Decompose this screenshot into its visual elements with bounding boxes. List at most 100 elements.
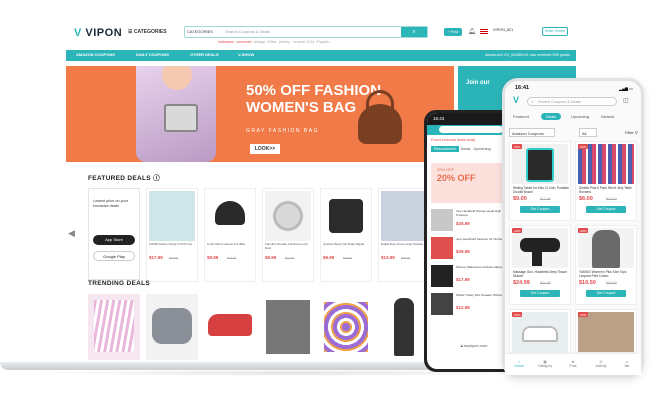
trending-item[interactable] bbox=[146, 294, 198, 360]
item-image bbox=[431, 209, 453, 231]
deal-name: Massage Gun, Handheld Deep Tissue Muscle bbox=[513, 270, 567, 278]
deal-image bbox=[512, 144, 568, 184]
deal-name: Upsizsu Body Fat Scale Digital bbox=[323, 242, 365, 246]
tab-upcoming[interactable]: Upcoming bbox=[474, 147, 491, 151]
app-card-text: Lowest price on your exclusive deals bbox=[93, 199, 129, 208]
tab-deals[interactable]: Deals bbox=[541, 113, 562, 120]
trending-item[interactable] bbox=[204, 294, 256, 360]
deal-price: $17.99 bbox=[149, 255, 163, 260]
categories-menu[interactable]: ☰ CATEGORIES bbox=[128, 29, 167, 35]
seller-center-button[interactable]: Seller Center bbox=[542, 27, 568, 36]
camera-icon[interactable]: ◫ bbox=[623, 97, 629, 104]
deal-price: $13.99 bbox=[381, 255, 395, 260]
hot-item[interactable]: halloween bbox=[218, 40, 234, 44]
tab-upcoming[interactable]: Upcoming bbox=[571, 114, 589, 119]
search-bar[interactable]: CATEGORIES Search Coupons & Deals ⌕ bbox=[184, 26, 428, 38]
user-menu[interactable]: VIPON_821 bbox=[493, 28, 513, 32]
item-price: $12.99 bbox=[456, 305, 470, 310]
item-price: $17.99 bbox=[456, 277, 470, 282]
deal-old-price: $34.99 bbox=[169, 256, 179, 260]
hot-item[interactable]: vintage bbox=[254, 40, 266, 44]
hero-banner[interactable]: 50% OFF FASHION WOMEN'S BAG GRAY FASHION … bbox=[66, 66, 454, 162]
nav-amazon-coupons[interactable]: AMAZON COUPONS bbox=[76, 52, 115, 57]
nav-daily-coupons[interactable]: DAILY COUPONS bbox=[136, 52, 169, 57]
trending-item[interactable] bbox=[320, 294, 372, 360]
search-button[interactable]: ⌕ bbox=[401, 27, 427, 37]
app-store-button[interactable]: App Store bbox=[93, 235, 135, 245]
nav-home[interactable]: ⌂ Home bbox=[509, 360, 529, 368]
deal-name: YAKINO Women's Plus Size Tops Leopard Pr… bbox=[579, 270, 627, 278]
tab-featured[interactable]: Featured bbox=[513, 114, 529, 119]
vipon-logo[interactable]: V bbox=[513, 95, 519, 105]
trending-item[interactable] bbox=[88, 294, 140, 360]
main-nav: AMAZON COUPONS DAILY COUPONS OTHER DEALS… bbox=[66, 50, 576, 61]
tab-newest[interactable]: Newest bbox=[601, 114, 614, 119]
deal-name: Fanelira Flexible 4 Aluminum Air Duct bbox=[265, 242, 308, 250]
deal-old-price: $19.99 bbox=[285, 256, 295, 260]
discount-badge: -50% bbox=[578, 144, 589, 149]
deal-old-price: $19.99 bbox=[227, 256, 237, 260]
bottom-nav: ⌂ Home ▦ Category ⊕ Post ✉ Activity ☺ Me bbox=[505, 353, 641, 375]
nav-category[interactable]: ▦ Category bbox=[535, 360, 555, 368]
info-icon[interactable]: ⓘ bbox=[153, 175, 160, 182]
nav-other-deals[interactable]: OTHER DEALS bbox=[190, 52, 219, 57]
deal-card[interactable]: -40% Massage Gun, Handheld Deep Tissue M… bbox=[509, 225, 571, 305]
deal-card[interactable]: -50% Writing Tablet for Kids 12 Inch, Po… bbox=[509, 141, 571, 221]
search-input[interactable]: ⌕ Search Coupons & Deals bbox=[527, 97, 617, 106]
trending-item[interactable] bbox=[262, 294, 314, 360]
bell-icon[interactable]: 🔔︎ bbox=[468, 28, 476, 35]
filter-select[interactable]: All bbox=[579, 128, 597, 137]
deal-price: $24.99 bbox=[513, 280, 530, 286]
tab-recommend[interactable]: Recommend bbox=[431, 146, 459, 152]
get-coupon-button[interactable]: Get Coupon bbox=[586, 206, 626, 213]
deal-name: Digital Day Clock Large Display bbox=[381, 242, 424, 246]
nav-post[interactable]: ⊕ Post bbox=[563, 360, 583, 368]
hero-look-button[interactable]: LOOK>> bbox=[250, 144, 280, 154]
deal-card[interactable]: -50% bbox=[509, 309, 571, 353]
post-button[interactable]: + Post bbox=[444, 28, 462, 36]
deal-image bbox=[381, 191, 427, 241]
filter-icon: ⚲ bbox=[635, 130, 638, 135]
trending-item[interactable] bbox=[378, 294, 430, 360]
nav-me[interactable]: ☺ Me bbox=[617, 360, 637, 368]
filter-button[interactable]: Filter ⚲ bbox=[625, 130, 638, 135]
app-download-card: Lowest price on your exclusive deals App… bbox=[88, 188, 140, 280]
chevron-left-icon[interactable]: ◀ bbox=[68, 228, 75, 239]
lock-icon: 🔒︎ bbox=[460, 343, 463, 348]
deal-name: CAME Kitchen Rugs 2 PCS Cus bbox=[149, 242, 193, 246]
deal-card[interactable]: Digital Day Clock Large Display $13.99 $… bbox=[378, 188, 430, 282]
us-flag-icon[interactable] bbox=[480, 29, 488, 34]
featured-deals-title: FEATURED DEALS ⓘ bbox=[88, 175, 160, 182]
deal-card[interactable]: Upsizsu Body Fat Scale Digital $9.99 $19… bbox=[320, 188, 372, 282]
deal-image bbox=[207, 191, 253, 241]
hot-item[interactable]: i crochet 2024 bbox=[292, 40, 315, 44]
phone-search-input[interactable] bbox=[439, 126, 503, 133]
deal-card[interactable]: CAME Kitchen Rugs 2 PCS Cus $17.99 $34.9… bbox=[146, 188, 198, 282]
promo-big-text: 20% OFF bbox=[437, 173, 476, 183]
get-coupon-button[interactable]: Get Coupon bbox=[520, 290, 560, 297]
google-play-button[interactable]: Google Play bbox=[93, 251, 135, 261]
status-time: 16:41 bbox=[515, 85, 530, 91]
vipon-logo[interactable]: V VIPON bbox=[74, 27, 122, 39]
hot-item[interactable]: costumes bbox=[236, 40, 251, 44]
get-coupon-button[interactable]: Get Coupon bbox=[586, 290, 626, 297]
deal-card[interactable]: -50% Dinette Plus 6 Pack Set of Jelly Ta… bbox=[575, 141, 637, 221]
deal-card[interactable]: -50% YAKINO Women's Plus Size Tops Leopa… bbox=[575, 225, 637, 305]
deal-card[interactable]: -50% bbox=[575, 309, 637, 353]
deal-image bbox=[578, 228, 634, 268]
tab-deals[interactable]: Deals bbox=[461, 147, 471, 151]
hot-item[interactable]: Glitter bbox=[267, 40, 277, 44]
search-input[interactable]: Search Coupons & Deals bbox=[225, 29, 270, 34]
deal-image bbox=[265, 191, 311, 241]
search-category-select[interactable]: CATEGORIES bbox=[187, 29, 213, 34]
deal-card[interactable]: Fanelira Flexible 4 Aluminum Air Duct $9… bbox=[262, 188, 314, 282]
deal-card[interactable]: Livelz Mens Helmet For Bike $9.99 $19.99 bbox=[204, 188, 256, 282]
hot-item[interactable]: jewelry bbox=[279, 40, 290, 44]
tabs: Featured Deals Upcoming Newest bbox=[505, 112, 641, 122]
nav-activity[interactable]: ✉ Activity bbox=[591, 360, 611, 368]
get-coupon-button[interactable]: Get Coupon bbox=[520, 206, 560, 213]
category-select[interactable]: Amazon Coupons bbox=[509, 128, 555, 137]
nav-v-show[interactable]: V-SHOW bbox=[238, 52, 254, 57]
hot-item[interactable]: Playdoh bbox=[317, 40, 330, 44]
hero-subtitle: GRAY FASHION BAG bbox=[246, 128, 319, 134]
